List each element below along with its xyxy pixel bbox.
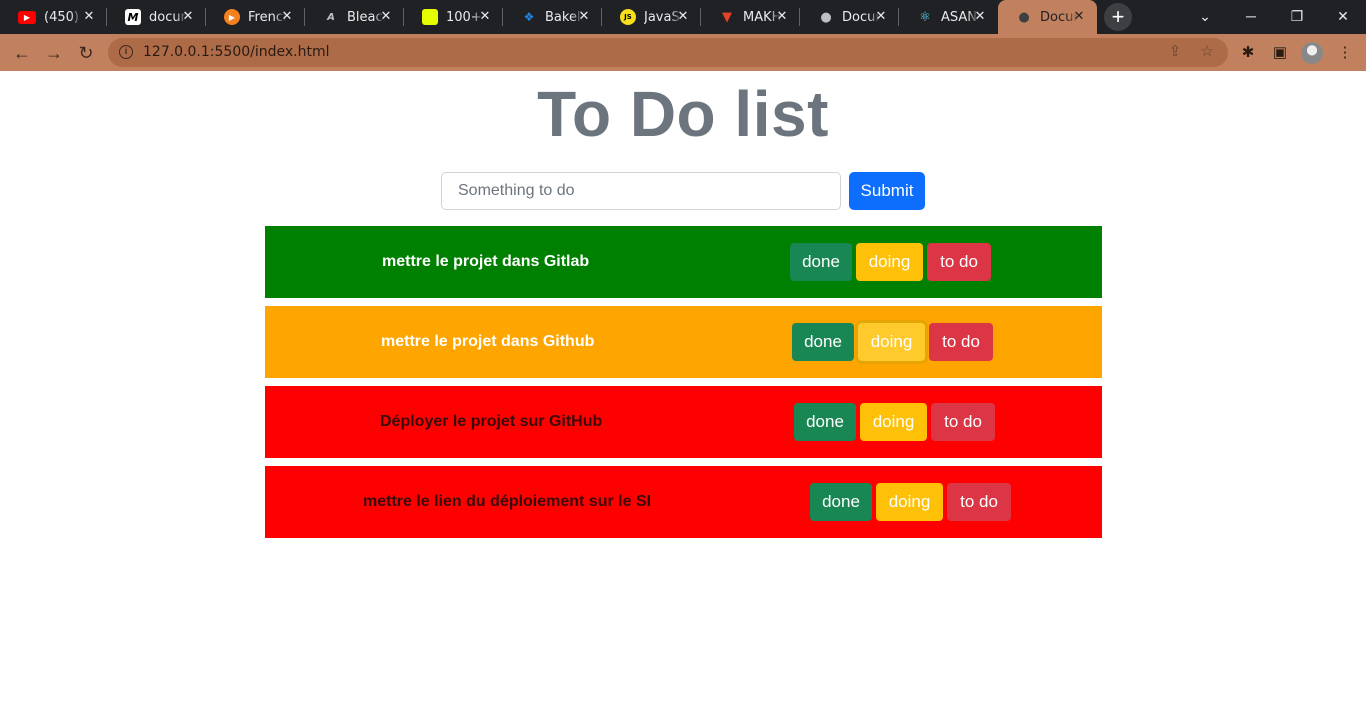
task-row: mettre le projet dans Gitlab done doing … xyxy=(265,226,1102,298)
url-text[interactable]: 127.0.0.1:5500/index.html xyxy=(143,44,330,60)
close-icon[interactable]: ✕ xyxy=(81,9,97,25)
task-row: Déployer le projet sur GitHub done doing… xyxy=(265,386,1102,458)
back-arrow-icon[interactable]: ← xyxy=(8,39,36,67)
close-window-button[interactable]: ✕ xyxy=(1320,0,1366,34)
task-label: mettre le projet dans Github xyxy=(381,333,595,350)
restore-button[interactable]: ❐ xyxy=(1274,0,1320,34)
close-icon[interactable]: ✕ xyxy=(279,9,295,25)
close-icon[interactable]: ✕ xyxy=(477,9,493,25)
gitlab-icon: ▼ xyxy=(722,9,732,25)
doing-button[interactable]: doing xyxy=(860,403,927,441)
minimize-button[interactable]: ─ xyxy=(1228,0,1274,34)
profile-avatar[interactable] xyxy=(1301,42,1323,64)
tab-search-icon[interactable]: ⌄ xyxy=(1182,0,1228,34)
close-icon[interactable]: ✕ xyxy=(378,9,394,25)
browser-tab[interactable]: ▶ French ✕ xyxy=(206,0,305,34)
browser-tab[interactable]: ▶ (450) [ ✕ xyxy=(0,0,107,34)
task-input[interactable] xyxy=(441,172,841,210)
close-icon[interactable]: ✕ xyxy=(774,9,790,25)
address-bar[interactable]: i 127.0.0.1:5500/index.html ⇪ ☆ xyxy=(108,38,1228,67)
page-title: To Do list xyxy=(537,78,829,150)
todo-button[interactable]: to do xyxy=(929,323,993,361)
submit-button[interactable]: Submit xyxy=(849,172,925,210)
yellow-square-icon xyxy=(422,9,438,25)
browser-tab-active[interactable]: ● Docum ✕ xyxy=(998,0,1097,34)
bookmark-star-icon[interactable]: ☆ xyxy=(1198,43,1216,61)
browser-tab[interactable]: ▼ MAKH ✕ xyxy=(701,0,800,34)
site-info-icon[interactable]: i xyxy=(119,45,133,59)
browser-tab[interactable]: 100+ J ✕ xyxy=(404,0,503,34)
browser-tab[interactable]: ⚛ ASAN ✕ xyxy=(899,0,998,34)
close-icon[interactable]: ✕ xyxy=(972,9,988,25)
browser-tab-strip: ▶ (450) [ ✕ M docum ✕ ▶ French ✕ A Bleac… xyxy=(0,0,1366,34)
globe-icon: ● xyxy=(1018,9,1030,25)
reload-icon[interactable]: ↻ xyxy=(72,39,100,67)
doing-button[interactable]: doing xyxy=(856,243,923,281)
todo-button[interactable]: to do xyxy=(927,243,991,281)
task-row: mettre le lien du déploiement sur le SI … xyxy=(265,466,1102,538)
globe-icon: ● xyxy=(820,9,832,25)
aa-icon: A xyxy=(327,11,335,23)
share-icon[interactable]: ⇪ xyxy=(1166,43,1184,61)
browser-toolbar: ← → ↻ i 127.0.0.1:5500/index.html ⇪ ☆ ✱ … xyxy=(0,34,1366,71)
forward-arrow-icon[interactable]: → xyxy=(40,39,68,67)
task-row: mettre le projet dans Github done doing … xyxy=(265,306,1102,378)
close-icon[interactable]: ✕ xyxy=(180,9,196,25)
close-icon[interactable]: ✕ xyxy=(1071,9,1087,25)
task-label: mettre le projet dans Gitlab xyxy=(382,253,590,270)
todo-button[interactable]: to do xyxy=(931,403,995,441)
task-label: mettre le lien du déploiement sur le SI xyxy=(363,493,652,510)
done-button[interactable]: done xyxy=(790,243,852,281)
tab-title: (450) [ xyxy=(44,9,82,25)
browser-tab[interactable]: M docum ✕ xyxy=(107,0,206,34)
done-button[interactable]: done xyxy=(792,323,854,361)
m-logo-icon: M xyxy=(125,9,141,25)
page-content: To Do list Submit mettre le projet dans … xyxy=(0,71,1366,720)
browser-tab[interactable]: ❖ Bakeli ✕ xyxy=(503,0,602,34)
done-button[interactable]: done xyxy=(794,403,856,441)
side-panel-icon[interactable]: ▣ xyxy=(1269,42,1291,64)
browser-tab[interactable]: JS JavaSc ✕ xyxy=(602,0,701,34)
close-icon[interactable]: ✕ xyxy=(576,9,592,25)
js-icon: JS xyxy=(620,9,636,25)
youtube-icon: ▶ xyxy=(18,10,36,24)
browser-tab[interactable]: ● Docum ✕ xyxy=(800,0,899,34)
close-icon[interactable]: ✕ xyxy=(873,9,889,25)
browser-tab[interactable]: A Bleach ✕ xyxy=(305,0,404,34)
doing-button[interactable]: doing xyxy=(858,323,925,361)
new-tab-button[interactable]: + xyxy=(1104,3,1132,31)
doing-button[interactable]: doing xyxy=(876,483,943,521)
extensions-puzzle-icon[interactable]: ✱ xyxy=(1237,42,1259,64)
todo-button[interactable]: to do xyxy=(947,483,1011,521)
close-icon[interactable]: ✕ xyxy=(675,9,691,25)
menu-kebab-icon[interactable]: ⋮ xyxy=(1334,42,1356,64)
done-button[interactable]: done xyxy=(810,483,872,521)
play-icon: ▶ xyxy=(224,9,240,25)
react-icon: ⚛ xyxy=(919,9,931,25)
task-label: Déployer le projet sur GitHub xyxy=(380,413,603,430)
bakeli-icon: ❖ xyxy=(523,10,535,24)
